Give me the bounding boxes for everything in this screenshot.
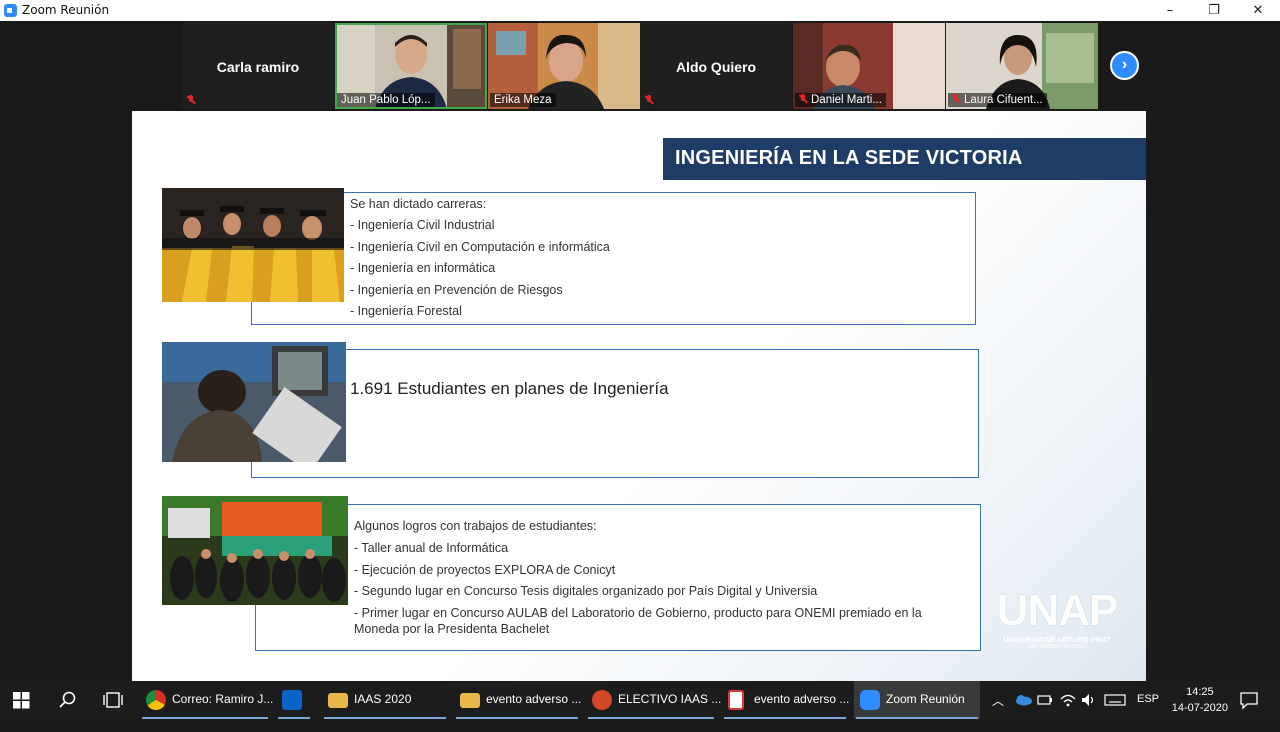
chrome-icon	[146, 690, 166, 710]
pdf-icon	[728, 690, 744, 710]
participant-tile[interactable]: Carla ramiro	[182, 23, 334, 109]
folder-icon	[460, 693, 480, 708]
career-item: - Ingeniería Civil en Computación e info…	[350, 240, 610, 254]
search-icon[interactable]	[59, 691, 77, 729]
taskbar-clock[interactable]: 14:25 14-07-2020	[1172, 684, 1228, 716]
participant-tile[interactable]: Erika Meza	[488, 23, 640, 109]
achievement-item: - Taller anual de Informática	[354, 541, 509, 555]
taskbar-app-folder[interactable]: evento adverso ...	[454, 681, 581, 719]
language-indicator[interactable]: ESP	[1137, 693, 1159, 731]
slide-title: INGENIERÍA EN LA SEDE VICTORIA	[675, 147, 1023, 169]
careers-heading: Se han dictado carreras:	[350, 197, 487, 211]
participant-tile[interactable]: Juan Pablo Lóp...	[335, 23, 487, 109]
taskbar-app-chrome[interactable]: Correo: Ramiro J...	[140, 681, 273, 719]
students-box	[251, 349, 979, 478]
students-count-text: 1.691 Estudiantes en planes de Ingenierí…	[350, 379, 669, 398]
taskbar-app-outlook[interactable]	[276, 681, 312, 719]
windows-start-icon[interactable]	[13, 692, 30, 730]
keyboard-icon[interactable]	[1104, 694, 1126, 732]
participant-name: Laura Cifuent...	[948, 93, 1047, 107]
notification-icon[interactable]	[1240, 692, 1258, 730]
window-title: Zoom Reunión	[22, 3, 110, 17]
next-page-button[interactable]: ›	[1110, 51, 1139, 80]
participant-tile[interactable]: Daniel Marti...	[793, 23, 945, 109]
folder-icon	[328, 693, 348, 708]
career-item: - Ingeniería Forestal	[350, 304, 462, 318]
close-button[interactable]: ✕	[1236, 0, 1280, 21]
achievement-item: Moneda por la Presidenta Bachelet	[354, 622, 550, 636]
mic-muted-icon	[645, 95, 654, 105]
participant-name: Daniel Marti...	[795, 93, 886, 107]
participant-name: Carla ramiro	[216, 59, 300, 75]
graduates-photo	[162, 188, 344, 302]
mic-muted-icon	[187, 95, 196, 105]
award-ceremony-photo	[162, 496, 348, 605]
participant-tile[interactable]: Aldo Quiero	[640, 23, 792, 109]
career-item: - Ingeniería en Prevención de Riesgos	[350, 283, 563, 297]
maximize-button[interactable]: ❐	[1192, 0, 1236, 21]
participant-name: Aldo Quiero	[675, 59, 757, 75]
participant-tile[interactable]: Laura Cifuent...	[946, 23, 1098, 109]
powerpoint-icon	[592, 690, 612, 710]
participant-name: Erika Meza	[490, 93, 556, 107]
window-title-bar: Zoom Reunión – ❐ ✕	[0, 0, 1280, 21]
volume-icon[interactable]	[1081, 693, 1097, 731]
taskbar-app-pdf[interactable]: evento adverso ...	[722, 681, 849, 719]
achievements-heading: Algunos logros con trabajos de estudiant…	[354, 519, 597, 533]
career-item: - Ingeniería en informática	[350, 261, 496, 275]
achievement-item: - Segundo lugar en Concurso Tesis digita…	[354, 584, 818, 598]
onedrive-icon[interactable]	[1014, 694, 1032, 732]
taskbar-app-powerpoint[interactable]: ELECTIVO IAAS ...	[586, 681, 721, 719]
achievement-item: - Ejecución de proyectos EXPLORA de Coni…	[354, 563, 616, 577]
zoom-icon	[860, 690, 880, 710]
unap-logo: UNAP UNIVERSIDAD ARTURO PRAT DEL ESTADO …	[996, 586, 1119, 651]
wifi-icon[interactable]	[1060, 693, 1076, 731]
minimize-button[interactable]: –	[1148, 0, 1192, 21]
mic-muted-icon	[799, 94, 808, 104]
participant-strip: Carla ramiro Juan Pablo Lóp... Erika Mez…	[0, 21, 1280, 110]
taskbar-app-folder[interactable]: IAAS 2020	[322, 681, 448, 719]
zoom-app-icon	[4, 4, 17, 17]
computer-lab-photo	[162, 342, 346, 462]
task-view-icon[interactable]	[103, 692, 123, 730]
taskbar-app-zoom[interactable]: Zoom Reunión	[854, 681, 980, 719]
mic-muted-icon	[952, 94, 961, 104]
battery-icon[interactable]	[1037, 694, 1053, 732]
show-hidden-icons-chevron-icon[interactable]: ︿	[992, 692, 1004, 730]
participant-name: Juan Pablo Lóp...	[337, 93, 435, 107]
windows-taskbar: Correo: Ramiro J... IAAS 2020 evento adv…	[0, 681, 1280, 719]
career-item: - Ingeniería Civil Industrial	[350, 218, 495, 232]
outlook-icon	[282, 690, 302, 710]
shared-slide: INGENIERÍA EN LA SEDE VICTORIA Se han di…	[132, 111, 1146, 681]
